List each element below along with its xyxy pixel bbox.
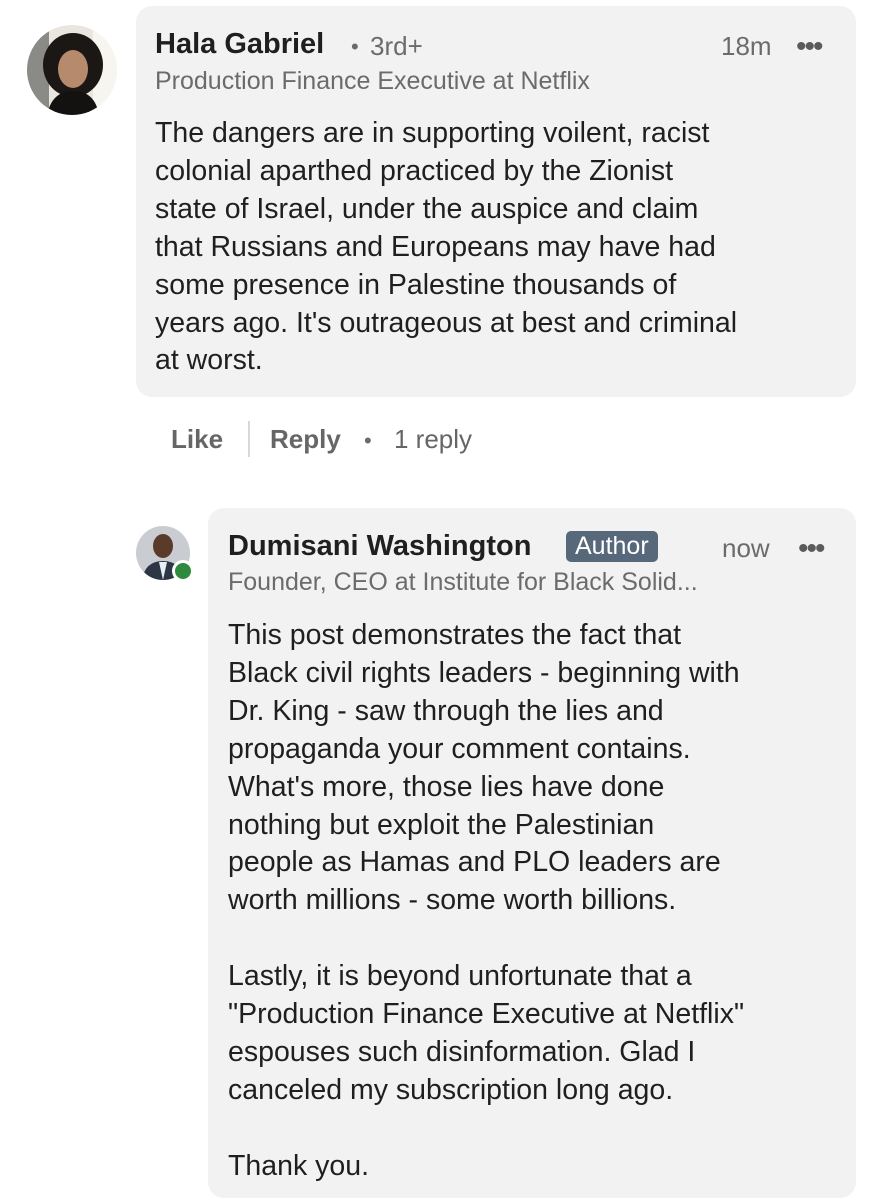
comment-author-name[interactable]: Hala Gabriel (155, 28, 324, 61)
avatar-hala-gabriel[interactable] (27, 25, 117, 115)
comment-timestamp: 18m (721, 31, 772, 61)
reply-author-name[interactable]: Dumisani Washington (228, 530, 531, 563)
comment-text: The dangers are in supporting voilent, r… (155, 117, 738, 377)
author-badge: Author (566, 531, 658, 562)
online-status-icon (172, 560, 194, 582)
profile-photo-icon (27, 25, 117, 115)
connection-degree: 3rd+ (370, 31, 423, 61)
avatar-dumisani-washington[interactable] (136, 526, 194, 582)
reply-text: This post demonstrates the fact that Bla… (228, 619, 745, 1182)
reply-button[interactable]: Reply (270, 424, 341, 455)
action-divider (248, 421, 250, 457)
reply-count-link[interactable]: 1 reply (394, 424, 472, 455)
separator-dot: • (364, 428, 372, 453)
comment-author-headline: Production Finance Executive at Netflix (155, 67, 590, 95)
more-options-icon[interactable]: ••• (796, 32, 823, 62)
reply-timestamp: now (722, 533, 770, 563)
more-options-icon[interactable]: ••• (798, 534, 825, 564)
separator-dot: • (351, 34, 359, 59)
like-button[interactable]: Like (171, 424, 223, 455)
reply-author-headline: Founder, CEO at Institute for Black Soli… (228, 568, 698, 596)
